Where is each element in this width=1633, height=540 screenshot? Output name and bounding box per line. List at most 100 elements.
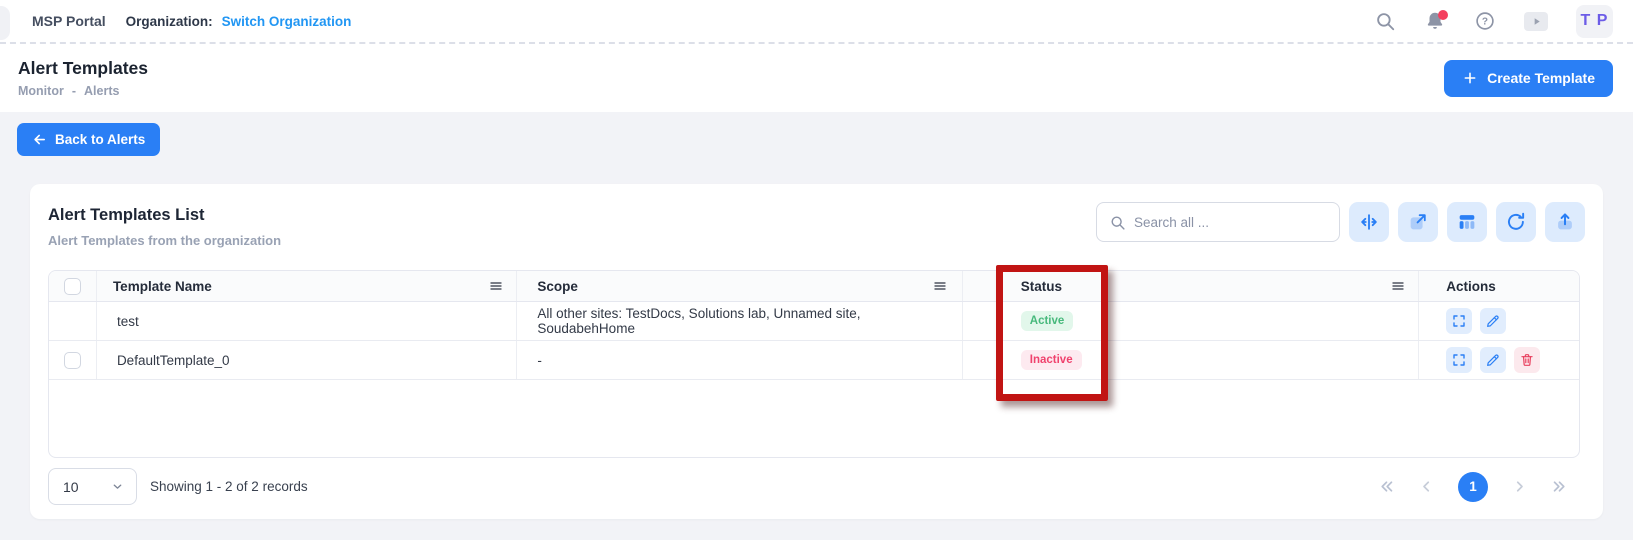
page-title: Alert Templates bbox=[18, 58, 148, 79]
first-page-button[interactable] bbox=[1378, 478, 1395, 495]
footer-left: 10 Showing 1 - 2 of 2 records bbox=[48, 468, 308, 505]
table-footer: 10 Showing 1 - 2 of 2 records 1 bbox=[48, 468, 1580, 505]
header-template-name: Template Name bbox=[97, 271, 517, 301]
svg-text:?: ? bbox=[1482, 17, 1488, 28]
select-all-checkbox[interactable] bbox=[64, 278, 81, 295]
create-template-button[interactable]: Create Template bbox=[1444, 60, 1613, 97]
cell-status: Inactive bbox=[963, 341, 1419, 379]
status-badge: Inactive bbox=[1021, 350, 1082, 370]
card-header-text: Alert Templates List Alert Templates fro… bbox=[48, 202, 281, 248]
breadcrumb-current: Alerts bbox=[84, 84, 119, 98]
chevron-down-icon bbox=[111, 480, 124, 493]
header-actions: Actions bbox=[1419, 271, 1579, 301]
columns-icon bbox=[1456, 211, 1478, 233]
cell-template-name: test bbox=[97, 302, 517, 340]
search-icon[interactable] bbox=[1374, 10, 1396, 32]
sidebar-edge bbox=[0, 6, 10, 40]
breadcrumb-parent: Monitor bbox=[18, 84, 64, 98]
pencil-icon bbox=[1485, 352, 1501, 368]
plus-icon bbox=[1462, 70, 1478, 86]
breadcrumb: Monitor - Alerts bbox=[18, 84, 148, 98]
expand-row-button[interactable] bbox=[1446, 347, 1472, 373]
card-subtitle: Alert Templates from the organization bbox=[48, 233, 281, 248]
last-page-button[interactable] bbox=[1551, 478, 1568, 495]
column-label-actions: Actions bbox=[1446, 279, 1496, 294]
column-resize-icon bbox=[1358, 211, 1380, 233]
cell-status: Active bbox=[963, 302, 1419, 340]
next-page-button[interactable] bbox=[1511, 478, 1528, 495]
row-checkbox[interactable] bbox=[64, 352, 81, 369]
pagination: 1 bbox=[1378, 472, 1580, 502]
double-chevron-left-icon bbox=[1378, 478, 1395, 495]
export-button[interactable] bbox=[1545, 202, 1585, 242]
back-to-alerts-label: Back to Alerts bbox=[55, 132, 145, 147]
table-toolbar bbox=[1096, 202, 1585, 242]
previous-page-button[interactable] bbox=[1418, 478, 1435, 495]
page-size-select[interactable]: 10 bbox=[48, 468, 137, 505]
search-icon bbox=[1109, 214, 1126, 231]
expand-row-button[interactable] bbox=[1446, 308, 1472, 334]
header-scope: Scope bbox=[517, 271, 962, 301]
row-checkbox-cell bbox=[49, 341, 97, 379]
export-icon bbox=[1554, 211, 1576, 233]
table-header-row: Template Name Scope Status Actions bbox=[49, 271, 1579, 302]
column-menu-icon[interactable] bbox=[932, 278, 948, 294]
video-tutorial-icon[interactable] bbox=[1524, 12, 1548, 31]
status-badge: Active bbox=[1021, 311, 1074, 331]
chevron-right-icon bbox=[1511, 478, 1528, 495]
organization-label: Organization: bbox=[126, 14, 213, 29]
column-resize-button[interactable] bbox=[1349, 202, 1389, 242]
trash-icon bbox=[1519, 352, 1535, 368]
search-input[interactable] bbox=[1134, 215, 1327, 230]
card-header: Alert Templates List Alert Templates fro… bbox=[48, 202, 1585, 248]
table-row: test All other sites: TestDocs, Solution… bbox=[49, 302, 1579, 341]
delete-row-button[interactable] bbox=[1514, 347, 1540, 373]
topbar: MSP Portal Organization: Switch Organiza… bbox=[0, 0, 1633, 42]
column-menu-icon[interactable] bbox=[1390, 278, 1406, 294]
table-row: DefaultTemplate_0 - Inactive bbox=[49, 341, 1579, 380]
cell-scope: All other sites: TestDocs, Solutions lab… bbox=[517, 302, 962, 340]
breadcrumb-separator: - bbox=[72, 84, 76, 98]
open-external-button[interactable] bbox=[1398, 202, 1438, 242]
page-header-left: Alert Templates Monitor - Alerts bbox=[18, 58, 148, 98]
back-to-alerts-button[interactable]: Back to Alerts bbox=[17, 123, 160, 156]
cell-actions bbox=[1419, 341, 1579, 379]
edit-row-button[interactable] bbox=[1480, 308, 1506, 334]
current-page-button[interactable]: 1 bbox=[1458, 472, 1488, 502]
open-external-icon bbox=[1407, 211, 1429, 233]
records-summary: Showing 1 - 2 of 2 records bbox=[150, 479, 308, 494]
column-label-template-name: Template Name bbox=[113, 279, 212, 294]
create-template-label: Create Template bbox=[1487, 70, 1595, 86]
help-icon[interactable]: ? bbox=[1474, 10, 1496, 32]
switch-organization-link[interactable]: Switch Organization bbox=[222, 14, 352, 29]
cell-template-name: DefaultTemplate_0 bbox=[97, 341, 517, 379]
row-checkbox-cell bbox=[49, 302, 97, 340]
pencil-icon bbox=[1485, 313, 1501, 329]
topbar-actions: ? T P bbox=[1374, 5, 1613, 38]
notifications-bell-icon[interactable] bbox=[1424, 10, 1446, 32]
alert-templates-card: Alert Templates List Alert Templates fro… bbox=[30, 184, 1603, 519]
expand-icon bbox=[1451, 352, 1467, 368]
refresh-icon bbox=[1505, 211, 1527, 233]
card-title: Alert Templates List bbox=[48, 206, 281, 225]
columns-button[interactable] bbox=[1447, 202, 1487, 242]
refresh-button[interactable] bbox=[1496, 202, 1536, 242]
header-status: Status bbox=[963, 271, 1419, 301]
header-checkbox-cell bbox=[49, 271, 97, 301]
edit-row-button[interactable] bbox=[1480, 347, 1506, 373]
alert-templates-table: Template Name Scope Status Actions test … bbox=[48, 270, 1580, 458]
expand-icon bbox=[1451, 313, 1467, 329]
column-label-status: Status bbox=[1021, 279, 1062, 294]
double-chevron-right-icon bbox=[1551, 478, 1568, 495]
notification-dot bbox=[1438, 10, 1448, 20]
user-avatar[interactable]: T P bbox=[1576, 5, 1613, 38]
search-box bbox=[1096, 202, 1340, 242]
app-brand: MSP Portal bbox=[32, 13, 106, 29]
column-label-scope: Scope bbox=[537, 279, 578, 294]
page-size-value: 10 bbox=[63, 479, 79, 495]
cell-scope: - bbox=[517, 341, 962, 379]
column-menu-icon[interactable] bbox=[488, 278, 504, 294]
chevron-left-icon bbox=[1418, 478, 1435, 495]
arrow-left-icon bbox=[32, 132, 47, 147]
cell-actions bbox=[1419, 302, 1579, 340]
